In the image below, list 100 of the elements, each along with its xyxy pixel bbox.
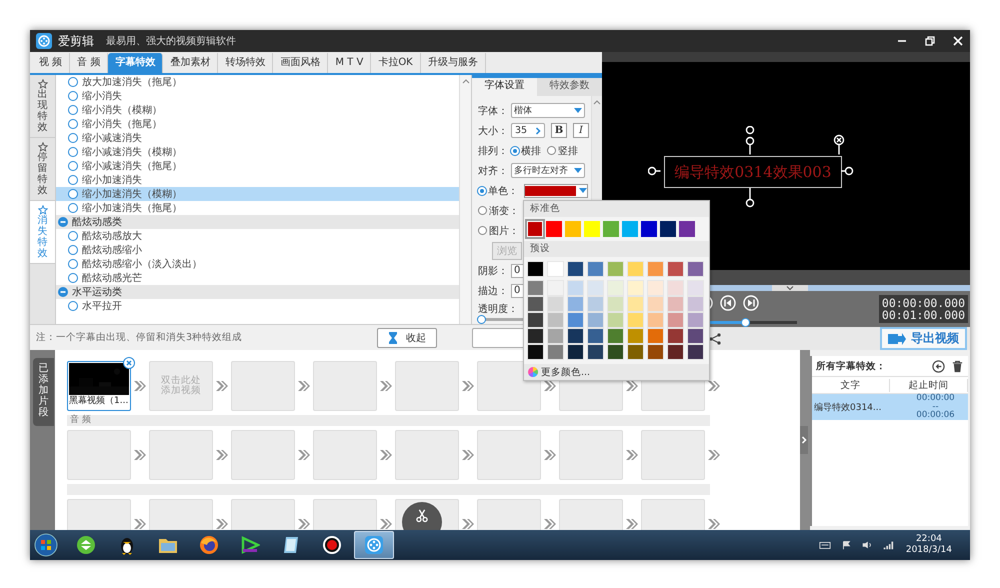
effect-item[interactable]: 缩小减速消失（模糊） [56, 144, 459, 159]
settings-tab[interactable]: 特效参数 [537, 78, 602, 96]
color-swatch[interactable] [687, 261, 704, 277]
effect-item[interactable]: 缩小减速消失（拖尾） [56, 158, 459, 173]
color-swatch[interactable] [587, 280, 604, 296]
color-swatch[interactable] [527, 280, 544, 296]
tab[interactable]: 叠加素材 [163, 52, 218, 73]
tab[interactable]: 字幕特效 [108, 52, 164, 73]
color-swatch[interactable] [667, 296, 684, 312]
color-swatch[interactable] [647, 344, 664, 360]
color-swatch[interactable] [567, 280, 584, 296]
effect-item[interactable]: 缩小消失（模糊） [56, 102, 459, 117]
more-colors-button[interactable]: 更多颜色... [524, 364, 709, 380]
collapse-icon[interactable] [58, 216, 68, 227]
color-swatch[interactable] [622, 221, 638, 237]
chevron-icon[interactable] [535, 126, 541, 135]
start-button[interactable] [34, 533, 58, 557]
italic-button[interactable]: I [573, 123, 589, 138]
restore-icon[interactable] [924, 35, 936, 47]
expand-handle[interactable] [800, 426, 808, 454]
effect-item[interactable]: 缩小加速消失（拖尾） [56, 200, 459, 215]
clock[interactable]: 22:04 2018/3/14 [906, 534, 952, 556]
color-swatch[interactable] [607, 328, 624, 344]
color-swatch[interactable] [565, 221, 581, 237]
color-swatch[interactable] [587, 296, 604, 312]
color-swatch[interactable] [547, 312, 564, 328]
effect-item[interactable]: 缩小加速消失（模糊） [56, 186, 459, 201]
color-swatch[interactable] [547, 296, 564, 312]
effect-item[interactable]: 酷炫动感缩小（淡入淡出） [56, 256, 459, 271]
color-swatch[interactable] [547, 328, 564, 344]
color-swatch[interactable] [527, 328, 544, 344]
tab[interactable]: 卡拉OK [371, 52, 421, 73]
trash-icon[interactable] [951, 360, 964, 372]
color-swatch[interactable] [641, 221, 657, 237]
color-swatch[interactable] [567, 344, 584, 360]
tab[interactable]: 转场特效 [218, 52, 274, 73]
effect-group[interactable]: 水平运动类 [56, 284, 459, 299]
color-swatch[interactable] [547, 344, 564, 360]
color-swatch[interactable] [567, 261, 584, 277]
effect-item[interactable]: 缩小减速消失 [56, 130, 459, 145]
collapse-button[interactable]: 收起 [377, 328, 437, 348]
size-field[interactable]: 35 [511, 123, 545, 138]
color-swatch[interactable] [587, 312, 604, 328]
effect-item[interactable]: 酷炫动感光芒 [56, 270, 459, 285]
color-swatch[interactable] [587, 328, 604, 344]
color-swatch[interactable] [527, 296, 544, 312]
color-swatch[interactable] [627, 312, 644, 328]
color-swatch[interactable] [527, 261, 544, 277]
color-swatch[interactable] [567, 328, 584, 344]
side-tab[interactable]: 出现特效 [30, 74, 55, 138]
color-swatch[interactable] [547, 261, 564, 277]
color-swatch[interactable] [660, 221, 676, 237]
color-swatch[interactable] [687, 328, 704, 344]
layout-radio[interactable]: 横排 [511, 144, 541, 158]
color-swatch[interactable] [647, 261, 664, 277]
collapse-tab[interactable] [772, 285, 808, 291]
color-swatch[interactable] [627, 261, 644, 277]
scrollbar[interactable] [459, 74, 471, 324]
color-swatch[interactable] [567, 296, 584, 312]
align-dropdown[interactable]: 多行时左对齐 [511, 163, 585, 178]
column-header[interactable]: 起止时间 [890, 378, 968, 392]
side-tab[interactable]: 已添加片段 [33, 358, 54, 426]
effect-item[interactable]: 缩小消失 [56, 88, 459, 103]
color-swatch[interactable] [647, 296, 664, 312]
effect-item[interactable]: 水平拉开 [56, 298, 459, 313]
font-dropdown[interactable]: 楷体 [511, 103, 585, 118]
color-swatch[interactable] [607, 280, 624, 296]
signal-icon[interactable] [882, 540, 894, 550]
fill-radio[interactable]: 图片： [478, 224, 519, 238]
subtitle-row[interactable]: 编导特效0314... 00:00:00 -- 00:00:06 [812, 394, 968, 420]
color-swatch[interactable] [603, 221, 619, 237]
color-swatch[interactable] [607, 261, 624, 277]
bold-button[interactable]: B [551, 123, 567, 138]
effect-item[interactable]: 酷炫动感缩小 [56, 242, 459, 257]
color-swatch[interactable] [667, 312, 684, 328]
color-swatch[interactable] [687, 312, 704, 328]
color-swatch[interactable] [527, 312, 544, 328]
close-icon[interactable] [123, 357, 135, 369]
color-swatch[interactable] [587, 344, 604, 360]
color-swatch[interactable] [607, 296, 624, 312]
color-swatch[interactable] [647, 312, 664, 328]
collapse-icon[interactable] [58, 286, 68, 297]
color-swatch[interactable] [679, 221, 695, 237]
tab[interactable]: 视 频 [32, 52, 70, 73]
color-swatch[interactable] [687, 280, 704, 296]
side-tab[interactable]: 消失特效 [30, 200, 55, 264]
color-swatch[interactable] [546, 221, 562, 237]
effect-item[interactable]: 酷炫动感放大 [56, 228, 459, 243]
color-swatch[interactable] [584, 221, 600, 237]
fill-radio[interactable]: 渐变： [478, 204, 519, 218]
color-swatch[interactable] [667, 261, 684, 277]
tab[interactable]: M T V [328, 52, 372, 73]
effect-item[interactable]: 放大加速消失（拖尾） [56, 74, 459, 89]
layout-radio[interactable]: 竖排 [547, 144, 578, 158]
color-swatch[interactable] [627, 296, 644, 312]
tab[interactable]: 升级与服务 [420, 52, 486, 73]
back-icon[interactable] [932, 360, 945, 372]
color-swatch[interactable] [667, 344, 684, 360]
color-swatch[interactable] [587, 261, 604, 277]
color-swatch[interactable] [687, 344, 704, 360]
